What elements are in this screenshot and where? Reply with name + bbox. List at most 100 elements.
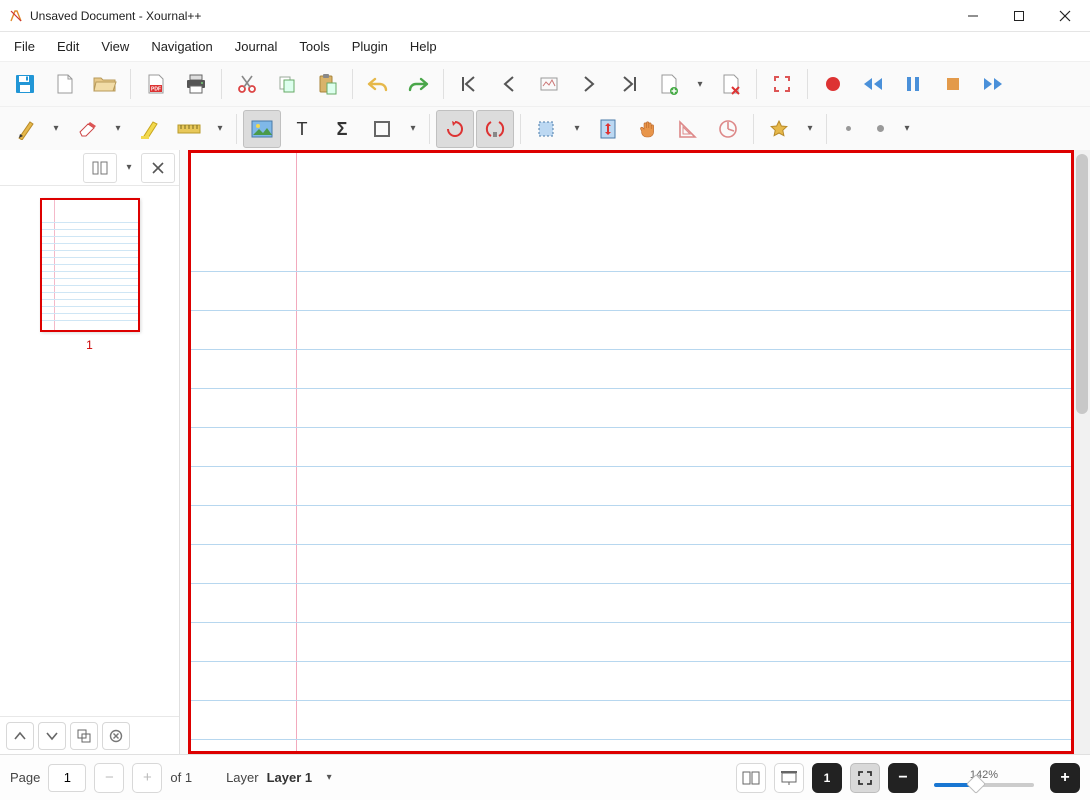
- page-number-input[interactable]: [48, 764, 86, 792]
- compass-tool[interactable]: [709, 110, 747, 148]
- pen-dropdown[interactable]: ▾: [46, 123, 66, 134]
- annotated-pages-button[interactable]: [530, 65, 568, 103]
- zoom-control: 142%: [934, 769, 1034, 787]
- canvas-area: [180, 150, 1090, 754]
- new-button[interactable]: [46, 65, 84, 103]
- eraser-dropdown[interactable]: ▾: [108, 123, 128, 134]
- thickness-dropdown[interactable]: ▾: [897, 123, 917, 134]
- toolbar-tools: ▾ ▾ ▾ T Σ ▾ ▾ ▾ ▾: [0, 106, 1090, 150]
- rotate-snap-button[interactable]: [436, 110, 474, 148]
- favorite-dropdown[interactable]: ▾: [800, 123, 820, 134]
- menu-view[interactable]: View: [91, 35, 139, 58]
- open-button[interactable]: [86, 65, 124, 103]
- menu-navigation[interactable]: Navigation: [141, 35, 222, 58]
- select-dropdown[interactable]: ▾: [567, 123, 587, 134]
- pen-tool[interactable]: [6, 110, 44, 148]
- select-rect-tool[interactable]: [527, 110, 565, 148]
- next-page-button[interactable]: [570, 65, 608, 103]
- fullscreen-button[interactable]: [763, 65, 801, 103]
- menu-tools[interactable]: Tools: [289, 35, 339, 58]
- titlebar: Unsaved Document - Xournal++: [0, 0, 1090, 32]
- first-page-button[interactable]: [450, 65, 488, 103]
- page-canvas[interactable]: [188, 150, 1074, 754]
- zoom-slider[interactable]: [934, 783, 1034, 787]
- prev-page-button[interactable]: [490, 65, 528, 103]
- sidebar-footer: [0, 716, 179, 754]
- eraser-tool[interactable]: [68, 110, 106, 148]
- favorite-button[interactable]: [760, 110, 798, 148]
- delete-page-button[interactable]: [712, 65, 750, 103]
- menu-file[interactable]: File: [4, 35, 45, 58]
- image-tool[interactable]: [243, 110, 281, 148]
- statusbar: Page − + of 1 Layer Layer 1 ▾ 1 − 142% +: [0, 754, 1090, 800]
- redo-button[interactable]: [399, 65, 437, 103]
- insert-page-button[interactable]: [650, 65, 688, 103]
- setsquare-tool[interactable]: [669, 110, 707, 148]
- forward-button[interactable]: [974, 65, 1012, 103]
- rewind-button[interactable]: [854, 65, 892, 103]
- vertical-scrollbar[interactable]: [1074, 150, 1090, 754]
- thickness-fine-button[interactable]: [833, 110, 863, 148]
- menu-journal[interactable]: Journal: [225, 35, 288, 58]
- print-button[interactable]: [177, 65, 215, 103]
- menu-edit[interactable]: Edit: [47, 35, 89, 58]
- close-button[interactable]: [1042, 0, 1088, 32]
- text-tool[interactable]: T: [283, 110, 321, 148]
- page-total-label: of 1: [170, 770, 192, 785]
- page-thumbnail-1[interactable]: [40, 198, 140, 332]
- dot-small-icon: [846, 126, 851, 131]
- presentation-button[interactable]: [774, 763, 804, 793]
- window-title: Unsaved Document - Xournal++: [30, 9, 201, 23]
- page-up-button[interactable]: [6, 722, 34, 750]
- record-button[interactable]: [814, 65, 852, 103]
- thumbnail-panel: 1: [0, 186, 179, 716]
- ruler-tool[interactable]: [170, 110, 208, 148]
- vertical-space-tool[interactable]: [589, 110, 627, 148]
- maximize-button[interactable]: [996, 0, 1042, 32]
- menubar: File Edit View Navigation Journal Tools …: [0, 32, 1090, 62]
- stop-button[interactable]: [934, 65, 972, 103]
- hand-tool[interactable]: [629, 110, 667, 148]
- svg-text:T: T: [297, 120, 308, 138]
- zoom-out-button[interactable]: −: [888, 763, 918, 793]
- layer-label: Layer: [226, 770, 259, 785]
- dot-med-icon: [877, 125, 884, 132]
- highlighter-tool[interactable]: [130, 110, 168, 148]
- copy-button[interactable]: [268, 65, 306, 103]
- page-prev-button[interactable]: −: [94, 763, 124, 793]
- cut-button[interactable]: [228, 65, 266, 103]
- zoom-100-button[interactable]: 1: [812, 763, 842, 793]
- sidebar-view-dropdown[interactable]: ▾: [119, 162, 139, 173]
- duplicate-page-button[interactable]: [70, 722, 98, 750]
- zoom-in-button[interactable]: +: [1050, 763, 1080, 793]
- last-page-button[interactable]: [610, 65, 648, 103]
- pause-button[interactable]: [894, 65, 932, 103]
- page-label: Page: [10, 770, 40, 785]
- menu-plugin[interactable]: Plugin: [342, 35, 398, 58]
- grid-snap-button[interactable]: [476, 110, 514, 148]
- export-pdf-button[interactable]: PDF: [137, 65, 175, 103]
- paired-pages-button[interactable]: [736, 763, 766, 793]
- insert-page-dropdown[interactable]: ▾: [690, 79, 710, 90]
- thumbnail-label: 1: [12, 338, 167, 352]
- page-next-button[interactable]: +: [132, 763, 162, 793]
- shape-tool[interactable]: [363, 110, 401, 148]
- undo-button[interactable]: [359, 65, 397, 103]
- layer-dropdown[interactable]: ▾: [320, 772, 338, 783]
- page-down-button[interactable]: [38, 722, 66, 750]
- toolbar-file: PDF ▾: [0, 62, 1090, 106]
- thickness-medium-button[interactable]: [865, 110, 895, 148]
- zoom-fit-button[interactable]: [850, 763, 880, 793]
- highlighter-dropdown[interactable]: ▾: [210, 123, 230, 134]
- workarea: ▾ 1: [0, 150, 1090, 754]
- sidebar-close-button[interactable]: [141, 153, 175, 183]
- minimize-button[interactable]: [950, 0, 996, 32]
- sidebar-view-button[interactable]: [83, 153, 117, 183]
- save-button[interactable]: [6, 65, 44, 103]
- tex-tool[interactable]: Σ: [323, 110, 361, 148]
- delete-thumb-button[interactable]: [102, 722, 130, 750]
- menu-help[interactable]: Help: [400, 35, 447, 58]
- shape-dropdown[interactable]: ▾: [403, 123, 423, 134]
- paste-button[interactable]: [308, 65, 346, 103]
- layer-value: Layer 1: [267, 770, 313, 785]
